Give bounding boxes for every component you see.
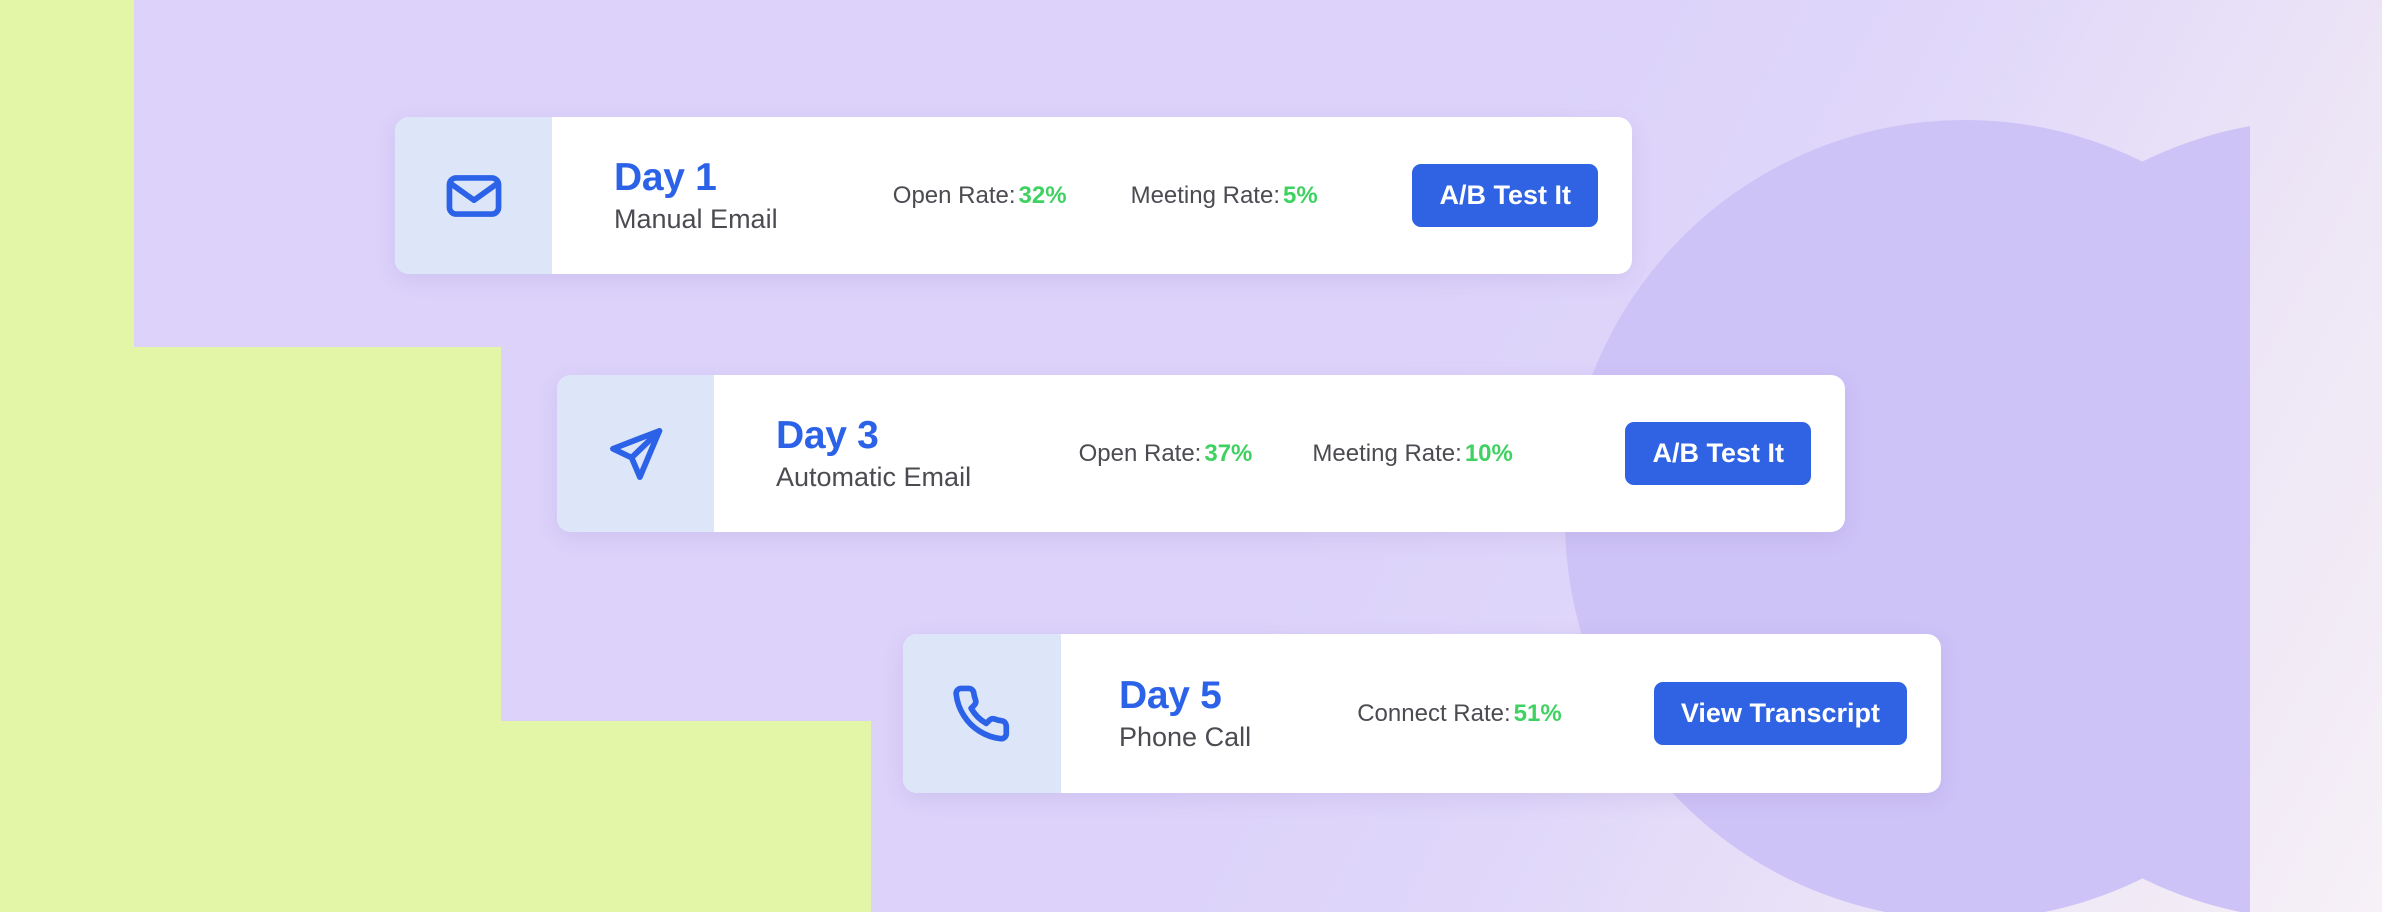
- channel-icon-tile: [557, 375, 714, 532]
- card-body: Day 1 Manual Email Open Rate: 32% Meeting…: [552, 117, 1632, 274]
- day-label: Day 3: [776, 414, 879, 457]
- day-block: Day 1 Manual Email: [614, 158, 810, 233]
- metric-label: Open Rate:: [1078, 439, 1202, 467]
- metrics-group: Open Rate: 37% Meeting Rate: 10%: [972, 440, 1625, 468]
- envelope-icon: [443, 165, 505, 227]
- sequence-card[interactable]: Day 5 Phone Call Connect Rate: 51% View T…: [903, 634, 1941, 793]
- ab-test-button[interactable]: A/B Test It: [1412, 163, 1598, 228]
- metric-open-rate: Open Rate: 32%: [893, 182, 1067, 210]
- metric-label: Connect Rate:: [1357, 699, 1511, 727]
- metric-connect-rate: Connect Rate: 51%: [1357, 700, 1561, 728]
- metric-meeting-rate: Meeting Rate: 5%: [1131, 182, 1318, 210]
- card-body: Day 3 Automatic Email Open Rate: 37% Meet…: [714, 375, 1845, 532]
- metrics-group: Connect Rate: 51%: [1269, 700, 1654, 728]
- metric-value: 5%: [1283, 181, 1318, 209]
- channel-icon-tile: [395, 117, 552, 274]
- card-body: Day 5 Phone Call Connect Rate: 51% View T…: [1061, 634, 1941, 793]
- metric-value: 32%: [1018, 181, 1067, 209]
- metric-meeting-rate: Meeting Rate: 10%: [1312, 440, 1512, 468]
- sequence-hero-graphic: Day 1 Manual Email Open Rate: 32% Meeting…: [0, 0, 2382, 912]
- ab-test-button[interactable]: A/B Test It: [1625, 421, 1811, 486]
- metric-value: 10%: [1464, 439, 1513, 467]
- day-label: Day 1: [614, 156, 717, 199]
- channel-label: Phone Call: [1119, 722, 1252, 752]
- sequence-card-list: Day 1 Manual Email Open Rate: 32% Meeting…: [0, 0, 2382, 912]
- phone-icon: [951, 683, 1013, 745]
- view-transcript-button[interactable]: View Transcript: [1653, 681, 1907, 746]
- channel-icon-tile: [903, 634, 1061, 793]
- metric-label: Open Rate:: [892, 181, 1016, 209]
- metrics-group: Open Rate: 32% Meeting Rate: 5%: [810, 182, 1412, 210]
- channel-label: Manual Email: [614, 204, 778, 234]
- metric-label: Meeting Rate:: [1312, 439, 1462, 467]
- day-block: Day 5 Phone Call: [1119, 676, 1269, 751]
- metric-value: 51%: [1513, 699, 1562, 727]
- sequence-card[interactable]: Day 3 Automatic Email Open Rate: 37% Meet…: [557, 375, 1845, 532]
- metric-value: 37%: [1204, 439, 1253, 467]
- sequence-card[interactable]: Day 1 Manual Email Open Rate: 32% Meeting…: [395, 117, 1632, 274]
- paper-plane-icon: [603, 421, 669, 487]
- day-block: Day 3 Automatic Email: [776, 416, 972, 491]
- channel-label: Automatic Email: [776, 462, 972, 492]
- metric-label: Meeting Rate:: [1130, 181, 1280, 209]
- day-label: Day 5: [1119, 674, 1222, 717]
- metric-open-rate: Open Rate: 37%: [1079, 440, 1253, 468]
